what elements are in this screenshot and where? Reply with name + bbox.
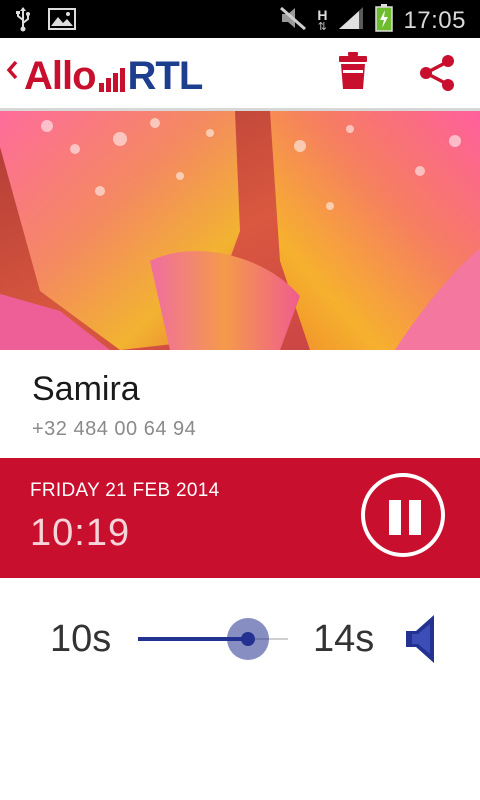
pause-icon [389, 500, 401, 535]
network-h-icon: H ⇅ [317, 6, 328, 33]
signal-icon [337, 5, 365, 36]
app-bar: Allo RTL [0, 38, 480, 111]
logo-bars-icon [98, 68, 125, 92]
trash-icon[interactable] [338, 52, 368, 95]
call-date: FRIDAY 21 FEB 2014 [30, 480, 220, 501]
battery-charging-icon [375, 4, 394, 37]
share-icon[interactable] [418, 54, 456, 97]
volume-icon[interactable] [404, 612, 438, 671]
mute-icon [279, 5, 307, 36]
contact-phone[interactable]: +32 484 00 64 94 [32, 418, 196, 441]
usb-icon [14, 6, 32, 37]
contact-photo [0, 111, 480, 350]
call-time: 10:19 [30, 512, 131, 554]
pause-button[interactable] [361, 473, 445, 557]
pause-icon-bar-2 [409, 500, 421, 535]
call-info-bar: FRIDAY 21 FEB 2014 10:19 [0, 458, 480, 578]
allo-rtl-logo[interactable]: Allo RTL [24, 52, 204, 98]
playback-slider[interactable] [138, 617, 288, 661]
status-bar: H ⇅ 17:05 [0, 0, 480, 38]
remaining-time: 14s [313, 618, 375, 660]
network-label: H [317, 6, 328, 23]
contact-name: Samira [32, 370, 140, 408]
logo-allo-text: Allo [24, 54, 97, 98]
clock: 17:05 [403, 6, 466, 34]
slider-thumb[interactable] [241, 632, 255, 646]
logo-rtl-text: RTL [127, 54, 204, 98]
back-chevron-icon[interactable] [6, 60, 18, 85]
data-arrows-icon: ⇅ [317, 20, 327, 33]
elapsed-time: 10s [50, 618, 112, 660]
image-icon [48, 8, 76, 35]
